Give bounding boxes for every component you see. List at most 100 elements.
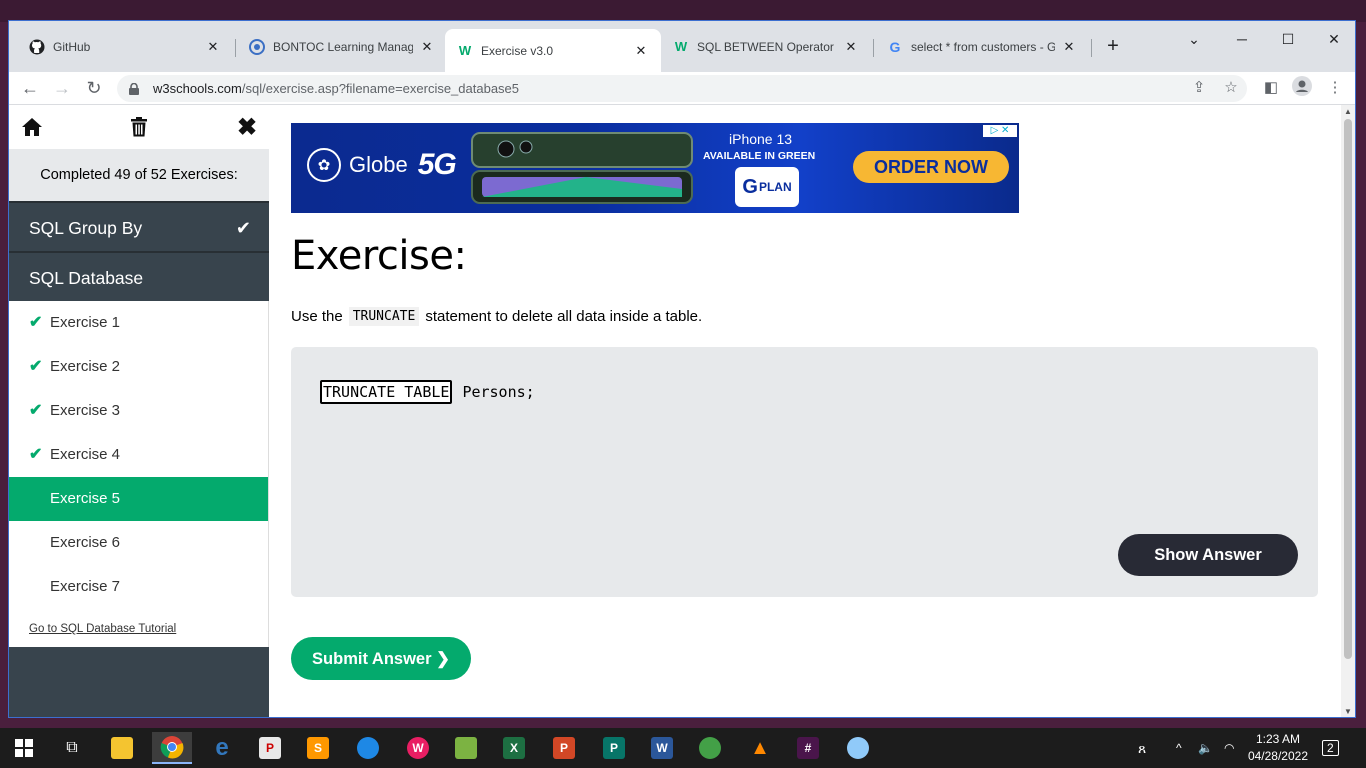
tab-exercise[interactable]: W Exercise v3.0 ✕	[445, 29, 661, 72]
moodle-icon	[249, 38, 265, 55]
close-icon[interactable]: ✕	[843, 39, 859, 55]
tab-github[interactable]: GitHub ✕	[17, 29, 233, 64]
notification-count: 2	[1322, 740, 1339, 756]
maximize-button[interactable]: ☐	[1273, 27, 1303, 51]
share-icon[interactable]: ⇪	[1187, 76, 1211, 100]
exercise-item-3[interactable]: ✔ Exercise 3	[9, 389, 268, 433]
section-label: SQL Database	[29, 268, 144, 288]
pdf-app-icon[interactable]: P	[250, 732, 290, 764]
system-clock[interactable]: 1:23 AM 04/28/2022	[1248, 731, 1308, 765]
instruction-text: statement to delete all data inside a ta…	[425, 308, 703, 325]
app-icon-blue[interactable]	[348, 732, 388, 764]
chrome-icon[interactable]	[152, 732, 192, 764]
tab-search-icon[interactable]: ⌄	[1179, 27, 1209, 51]
notepad-icon[interactable]	[446, 732, 486, 764]
github-icon	[29, 39, 45, 55]
forward-button[interactable]: →	[49, 76, 75, 100]
ad-brand-name: Globe	[349, 152, 408, 177]
section-sql-database[interactable]: SQL Database	[9, 251, 269, 301]
people-icon[interactable]: ጸ	[1138, 728, 1146, 768]
wifi-icon[interactable]: ◠	[1224, 728, 1234, 768]
order-now-button[interactable]: ORDER NOW	[853, 151, 1009, 183]
notification-icon[interactable]: 2	[1322, 728, 1339, 768]
vlc-icon[interactable]: ▲	[740, 732, 780, 764]
back-button[interactable]: ←	[17, 76, 43, 100]
check-icon: ✔	[29, 402, 43, 419]
paint-icon[interactable]	[838, 732, 878, 764]
home-icon[interactable]	[19, 114, 45, 140]
page-title: Exercise:	[291, 233, 467, 279]
ad-product: iPhone 13	[729, 131, 792, 147]
desktop-background	[0, 0, 1366, 22]
sublime-text-icon[interactable]: S	[298, 732, 338, 764]
scroll-down-icon[interactable]: ▼	[1341, 705, 1355, 717]
submit-answer-button[interactable]: Submit Answer ❯	[291, 637, 471, 680]
excel-icon[interactable]: X	[494, 732, 534, 764]
adchoices-icon[interactable]: ▷ ✕	[983, 125, 1017, 137]
new-tab-button[interactable]: +	[1101, 35, 1125, 59]
exercise-item-1[interactable]: ✔ Exercise 1	[9, 301, 268, 345]
edge-icon[interactable]: e	[202, 732, 242, 764]
close-icon[interactable]: ✕	[205, 39, 221, 55]
advertisement-banner[interactable]: ✿ Globe 5G iPhone 13 AVAILABLE IN GREEN …	[291, 123, 1019, 213]
file-explorer-icon[interactable]	[102, 732, 142, 764]
slack-icon[interactable]: #	[788, 732, 828, 764]
tab-title: select * from customers - Go	[911, 39, 1055, 54]
section-label: SQL Group By	[29, 218, 143, 238]
powerpoint-icon[interactable]: P	[544, 732, 584, 764]
publisher-icon[interactable]: P	[594, 732, 634, 764]
reload-button[interactable]: ↻	[81, 76, 107, 100]
windows-taskbar: ⧉ e P S W X P P W ▲ # ጸ ^ 🔈 ◠ 1:23 AM 04…	[0, 728, 1366, 768]
ad-network: 5G	[417, 148, 457, 181]
tray-chevron-icon[interactable]: ^	[1176, 728, 1182, 768]
exercise-label: Exercise 6	[50, 534, 121, 551]
instruction-code: TRUNCATE	[348, 307, 420, 326]
check-icon: ✔	[29, 314, 43, 331]
side-panel-icon[interactable]: ◧	[1259, 76, 1283, 100]
answer-input[interactable]: TRUNCATE TABLE	[320, 380, 453, 404]
exercise-item-5[interactable]: Exercise 5	[9, 477, 268, 521]
tab-google-search[interactable]: G select * from customers - Go ✕	[875, 29, 1089, 64]
close-icon[interactable]: ✖	[234, 114, 260, 141]
tab-sql-between[interactable]: W SQL BETWEEN Operator ✕	[661, 29, 871, 64]
page-scrollbar[interactable]: ▲ ▼	[1341, 105, 1355, 717]
close-icon[interactable]: ✕	[419, 39, 435, 55]
show-answer-button[interactable]: Show Answer	[1118, 534, 1298, 576]
profile-icon[interactable]	[1290, 76, 1314, 100]
exercise-item-7[interactable]: Exercise 7	[9, 565, 268, 609]
tab-bontoc[interactable]: BONTOC Learning Managem ✕	[237, 29, 447, 64]
task-view-icon[interactable]: ⧉	[52, 732, 92, 764]
exercise-item-2[interactable]: ✔ Exercise 2	[9, 345, 268, 389]
app-icon-green[interactable]	[690, 732, 730, 764]
trash-icon[interactable]	[126, 114, 152, 140]
exercise-item-6[interactable]: Exercise 6	[9, 521, 268, 565]
tab-separator	[1091, 39, 1092, 57]
close-icon[interactable]: ✕	[633, 43, 649, 59]
close-icon[interactable]: ✕	[1061, 39, 1077, 55]
scrollbar-thumb[interactable]	[1344, 119, 1352, 659]
menu-kebab-icon[interactable]: ⋮	[1323, 76, 1347, 100]
wamp-icon[interactable]: W	[398, 732, 438, 764]
tutorial-link[interactable]: Go to SQL Database Tutorial	[9, 609, 268, 647]
tab-title: GitHub	[53, 39, 91, 54]
exercise-label: Exercise 7	[50, 578, 121, 595]
bookmark-star-icon[interactable]: ☆	[1219, 76, 1243, 100]
volume-icon[interactable]: 🔈	[1198, 728, 1213, 768]
instruction-text: Use the	[291, 308, 343, 325]
ad-brand: ✿ Globe 5G	[307, 148, 457, 182]
scroll-up-icon[interactable]: ▲	[1341, 105, 1355, 119]
word-icon[interactable]: W	[642, 732, 682, 764]
code-line: TRUNCATE TABLE Persons;	[320, 380, 535, 404]
windows-start-icon[interactable]	[4, 732, 44, 764]
section-sql-group-by[interactable]: SQL Group By ✔	[9, 201, 269, 251]
ad-product-name: iPhone 13	[729, 131, 793, 147]
address-bar[interactable]: w3schools.com/sql/exercise.asp?filename=…	[117, 75, 1247, 102]
clock-time: 1:23 AM	[1255, 732, 1300, 746]
close-window-button[interactable]: ✕	[1319, 27, 1349, 51]
tab-title: Exercise v3.0	[481, 43, 554, 58]
page-content: ✖ Completed 49 of 52 Exercises: SQL Grou…	[9, 105, 1355, 717]
tab-separator	[873, 39, 874, 57]
minimize-button[interactable]: ─	[1227, 27, 1257, 51]
url-path: /sql/exercise.asp?filename=exercise_data…	[241, 81, 520, 96]
exercise-item-4[interactable]: ✔ Exercise 4	[9, 433, 268, 477]
